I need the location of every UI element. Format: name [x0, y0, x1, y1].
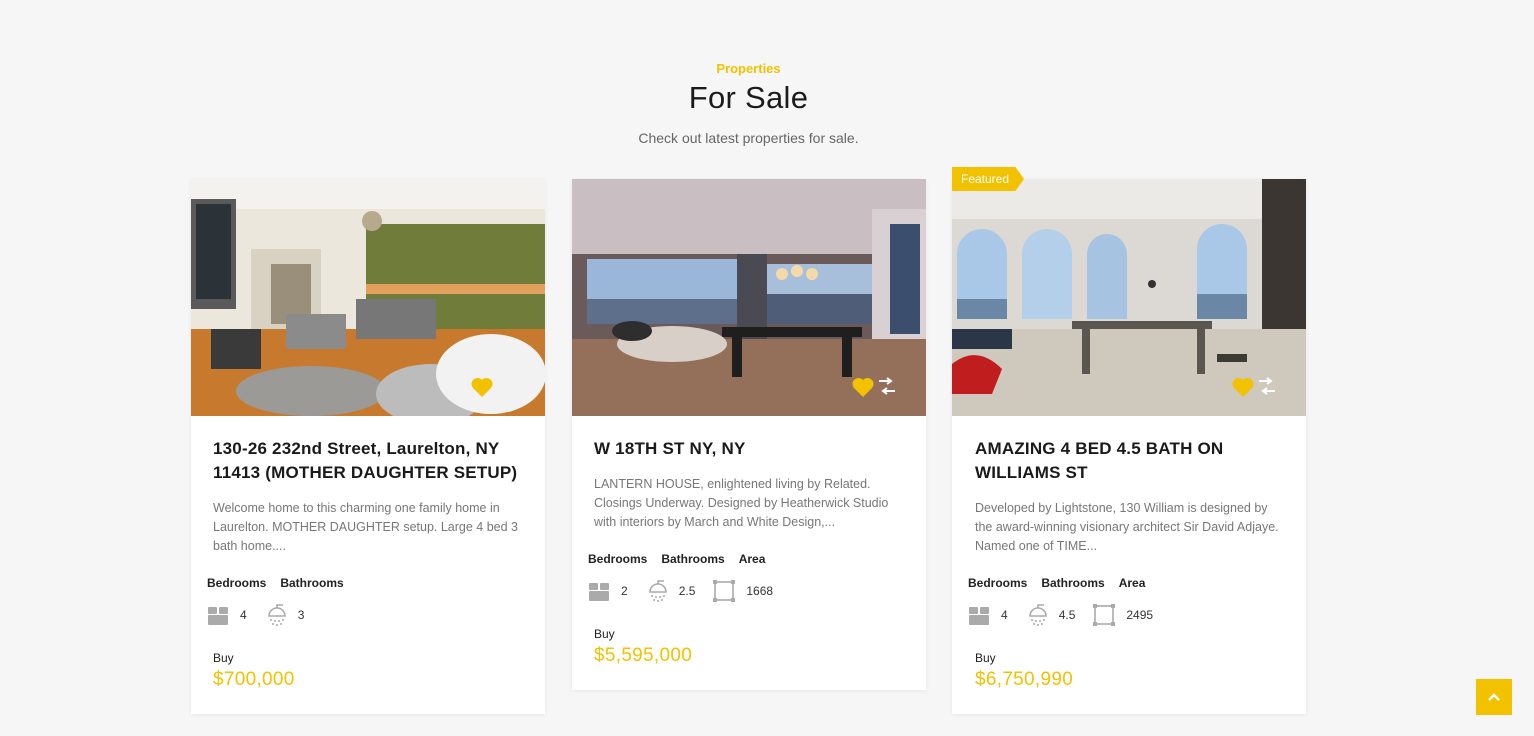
bedrooms-value: 2: [621, 584, 628, 598]
property-card[interactable]: Featured AMAZING 4 BED 4.5 BATH ON WILLI…: [952, 167, 1306, 714]
property-photo[interactable]: [952, 179, 1306, 416]
compare-arrows-icon[interactable]: [877, 376, 897, 396]
property-description: Welcome home to this charming one family…: [213, 501, 518, 553]
featured-badge: Featured: [952, 167, 1025, 191]
property-meta-labels: Bedrooms Bathrooms Area: [968, 576, 1159, 590]
status-label: Buy: [213, 651, 234, 665]
bedrooms-label: Bedrooms: [588, 552, 648, 566]
property-photo[interactable]: [572, 179, 926, 416]
bathrooms-value: 4.5: [1058, 608, 1076, 622]
bed-icon: [589, 583, 609, 601]
property-photo[interactable]: [191, 179, 545, 416]
property-price: $5,595,000: [594, 645, 693, 666]
property-title[interactable]: W 18TH ST NY, NY: [594, 437, 904, 461]
shower-icon: [1028, 604, 1047, 626]
scroll-to-top-button[interactable]: [1476, 679, 1512, 715]
property-meta-labels: Bedrooms Bathrooms: [207, 576, 358, 590]
property-price: $6,750,990: [975, 669, 1074, 690]
bathrooms-value: 2.5: [678, 584, 696, 598]
heart-icon[interactable]: [851, 376, 875, 398]
property-description: Developed by Lightstone, 130 William is …: [975, 501, 1279, 553]
bed-icon: [208, 607, 228, 625]
property-meta-values: 2 2.5 1668: [588, 579, 791, 603]
property-title[interactable]: AMAZING 4 BED 4.5 BATH ON WILLIAMS ST: [975, 437, 1285, 485]
property-title[interactable]: 130-26 232nd Street, Laurelton, NY 11413…: [213, 437, 523, 485]
heart-icon[interactable]: [1231, 376, 1255, 398]
property-card[interactable]: W 18TH ST NY, NY LANTERN HOUSE, enlighte…: [572, 179, 926, 690]
heart-icon[interactable]: [470, 376, 494, 398]
bed-icon: [969, 607, 989, 625]
property-meta-values: 4 3: [207, 603, 322, 627]
bathrooms-label: Bathrooms: [661, 552, 725, 566]
area-value: 2495: [1126, 608, 1154, 622]
bedrooms-value: 4: [240, 608, 247, 622]
property-card[interactable]: 130-26 232nd Street, Laurelton, NY 11413…: [191, 179, 545, 714]
bedrooms-label: Bedrooms: [207, 576, 267, 590]
compare-arrows-icon[interactable]: [1257, 376, 1277, 396]
shower-icon: [267, 604, 286, 626]
property-meta-values: 4 4.5 2495: [968, 603, 1171, 627]
area-icon: [713, 580, 736, 602]
section-subtitle: Check out latest properties for sale.: [638, 130, 859, 146]
property-description: LANTERN HOUSE, enlightened living by Rel…: [594, 477, 889, 529]
chevron-up-icon: [1488, 693, 1500, 701]
bathrooms-value: 3: [297, 608, 305, 622]
property-meta-labels: Bedrooms Bathrooms Area: [588, 552, 779, 566]
area-icon: [1093, 604, 1116, 626]
area-label: Area: [1118, 576, 1146, 590]
shower-icon: [648, 580, 667, 602]
area-value: 1668: [746, 584, 774, 598]
area-label: Area: [738, 552, 766, 566]
section-eyebrow: Properties: [716, 61, 781, 76]
status-label: Buy: [975, 651, 996, 665]
section-title: For Sale: [688, 80, 809, 115]
bathrooms-label: Bathrooms: [1041, 576, 1105, 590]
bedrooms-value: 4: [1001, 608, 1008, 622]
bathrooms-label: Bathrooms: [280, 576, 344, 590]
property-price: $700,000: [213, 669, 295, 690]
status-label: Buy: [594, 627, 615, 641]
bedrooms-label: Bedrooms: [968, 576, 1028, 590]
